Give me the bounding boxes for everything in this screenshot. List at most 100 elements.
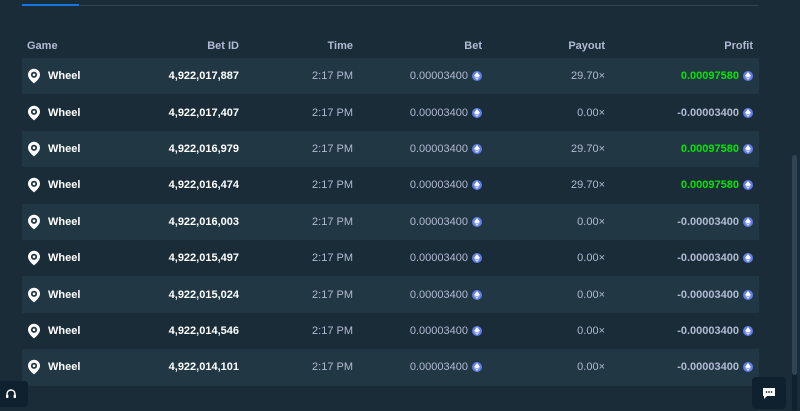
payout-multiplier: 0.00× bbox=[577, 324, 605, 337]
ethereum-icon bbox=[743, 325, 753, 336]
game-cell[interactable]: Wheel bbox=[22, 105, 137, 121]
bet-id[interactable]: 4,922,017,887 bbox=[137, 70, 239, 82]
profit-cell: -0.00003400 bbox=[605, 289, 759, 301]
profit-amount: 0.00097580 bbox=[680, 142, 739, 155]
game-name[interactable]: Wheel bbox=[48, 289, 80, 301]
game-cell[interactable]: Wheel bbox=[22, 250, 137, 266]
table-row[interactable]: Wheel 4,922,016,979 2:17 PM 0.00003400 29.70… bbox=[22, 130, 759, 168]
ethereum-icon bbox=[743, 216, 753, 227]
chat-button[interactable] bbox=[752, 377, 786, 409]
table-header: Game Bet ID Time Bet Payout Profit bbox=[22, 34, 759, 58]
game-name[interactable]: Wheel bbox=[48, 252, 80, 264]
bet-id[interactable]: 4,922,014,546 bbox=[137, 325, 239, 337]
table-row[interactable]: Wheel 4,922,017,407 2:17 PM 0.00003400 0.00×… bbox=[22, 94, 759, 130]
wheel-pin-icon bbox=[27, 177, 41, 193]
game-cell[interactable]: Wheel bbox=[22, 141, 137, 157]
ethereum-icon bbox=[472, 362, 482, 373]
ethereum-icon bbox=[743, 289, 753, 300]
scrollbar-thumb[interactable] bbox=[792, 155, 797, 375]
bet-amount-cell: 0.00003400 bbox=[353, 252, 482, 264]
header-bet: Bet bbox=[464, 40, 482, 52]
game-name[interactable]: Wheel bbox=[48, 325, 80, 337]
header-payout: Payout bbox=[568, 40, 605, 52]
ethereum-icon bbox=[472, 253, 482, 264]
ethereum-icon bbox=[472, 216, 482, 227]
table-row[interactable]: Wheel 4,922,015,497 2:17 PM 0.00003400 0.00×… bbox=[22, 240, 759, 276]
table-row[interactable]: Wheel 4,922,014,546 2:17 PM 0.00003400 0.00×… bbox=[22, 313, 759, 349]
bet-id[interactable]: 4,922,016,003 bbox=[137, 216, 239, 228]
bet-time: 2:17 PM bbox=[312, 215, 353, 228]
bet-amount: 0.00003400 bbox=[409, 179, 468, 192]
bet-amount-cell: 0.00003400 bbox=[353, 325, 482, 337]
profit-amount: 0.00097580 bbox=[680, 70, 739, 83]
bet-amount: 0.00003400 bbox=[409, 70, 468, 83]
payout-multiplier: 0.00× bbox=[577, 215, 605, 228]
wheel-pin-icon bbox=[27, 250, 41, 266]
table-row[interactable]: Wheel 4,922,014,101 2:17 PM 0.00003400 0.00×… bbox=[22, 349, 759, 386]
bet-time: 2:17 PM bbox=[312, 179, 353, 192]
profit-cell: -0.00003400 bbox=[605, 361, 759, 373]
ethereum-icon bbox=[472, 143, 482, 154]
bet-amount: 0.00003400 bbox=[409, 252, 468, 265]
ethereum-icon bbox=[743, 107, 753, 118]
bet-amount-cell: 0.00003400 bbox=[353, 70, 482, 82]
bet-id[interactable]: 4,922,017,407 bbox=[137, 107, 239, 119]
bet-time: 2:17 PM bbox=[312, 142, 353, 155]
support-button[interactable] bbox=[0, 381, 28, 407]
payout-multiplier: 29.70× bbox=[571, 142, 605, 155]
game-cell[interactable]: Wheel bbox=[22, 68, 137, 84]
game-name[interactable]: Wheel bbox=[48, 143, 80, 155]
bet-amount: 0.00003400 bbox=[409, 142, 468, 155]
payout-multiplier: 29.70× bbox=[571, 70, 605, 83]
ethereum-icon bbox=[743, 143, 753, 154]
profit-cell: -0.00003400 bbox=[605, 252, 759, 264]
game-name[interactable]: Wheel bbox=[48, 107, 80, 119]
bet-time: 2:17 PM bbox=[312, 70, 353, 83]
bet-time: 2:17 PM bbox=[312, 252, 353, 265]
table-row[interactable]: Wheel 4,922,016,474 2:17 PM 0.00003400 29.70… bbox=[22, 167, 759, 203]
ethereum-icon bbox=[472, 71, 482, 82]
wheel-pin-icon bbox=[27, 105, 41, 121]
table-row[interactable]: Wheel 4,922,017,887 2:17 PM 0.00003400 29.70… bbox=[22, 58, 759, 95]
table-row[interactable]: Wheel 4,922,015,024 2:17 PM 0.00003400 0.00×… bbox=[22, 276, 759, 313]
bet-id[interactable]: 4,922,015,024 bbox=[137, 289, 239, 301]
table-body: Wheel 4,922,017,887 2:17 PM 0.00003400 29.70… bbox=[22, 58, 759, 386]
wheel-pin-icon bbox=[27, 323, 41, 339]
bet-time: 2:17 PM bbox=[312, 288, 353, 301]
profit-cell: 0.00097580 bbox=[605, 179, 759, 191]
game-cell[interactable]: Wheel bbox=[22, 359, 137, 375]
ethereum-icon bbox=[743, 253, 753, 264]
payout-multiplier: 0.00× bbox=[577, 106, 605, 119]
ethereum-icon bbox=[743, 71, 753, 82]
game-cell[interactable]: Wheel bbox=[22, 323, 137, 339]
bet-id[interactable]: 4,922,016,979 bbox=[137, 143, 239, 155]
wheel-pin-icon bbox=[27, 141, 41, 157]
profit-cell: -0.00003400 bbox=[605, 325, 759, 337]
game-cell[interactable]: Wheel bbox=[22, 177, 137, 193]
bet-time: 2:17 PM bbox=[312, 106, 353, 119]
bet-id[interactable]: 4,922,016,474 bbox=[137, 179, 239, 191]
game-name[interactable]: Wheel bbox=[48, 179, 80, 191]
bet-amount: 0.00003400 bbox=[409, 215, 468, 228]
bet-time: 2:17 PM bbox=[312, 361, 353, 374]
active-tab-indicator bbox=[22, 4, 79, 6]
header-profit: Profit bbox=[724, 40, 753, 52]
profit-cell: 0.00097580 bbox=[605, 70, 759, 82]
game-cell[interactable]: Wheel bbox=[22, 287, 137, 303]
wheel-pin-icon bbox=[27, 68, 41, 84]
table-row[interactable]: Wheel 4,922,016,003 2:17 PM 0.00003400 0.00×… bbox=[22, 203, 759, 240]
wheel-pin-icon bbox=[27, 214, 41, 230]
ethereum-icon bbox=[472, 289, 482, 300]
bet-amount: 0.00003400 bbox=[409, 106, 468, 119]
ethereum-icon bbox=[743, 362, 753, 373]
game-name[interactable]: Wheel bbox=[48, 216, 80, 228]
header-time: Time bbox=[327, 40, 353, 52]
bet-id[interactable]: 4,922,015,497 bbox=[137, 252, 239, 264]
bet-amount-cell: 0.00003400 bbox=[353, 289, 482, 301]
bet-amount: 0.00003400 bbox=[409, 324, 468, 337]
bet-id[interactable]: 4,922,014,101 bbox=[137, 361, 239, 373]
game-name[interactable]: Wheel bbox=[48, 361, 80, 373]
profit-amount: 0.00097580 bbox=[680, 179, 739, 192]
game-cell[interactable]: Wheel bbox=[22, 214, 137, 230]
game-name[interactable]: Wheel bbox=[48, 70, 80, 82]
